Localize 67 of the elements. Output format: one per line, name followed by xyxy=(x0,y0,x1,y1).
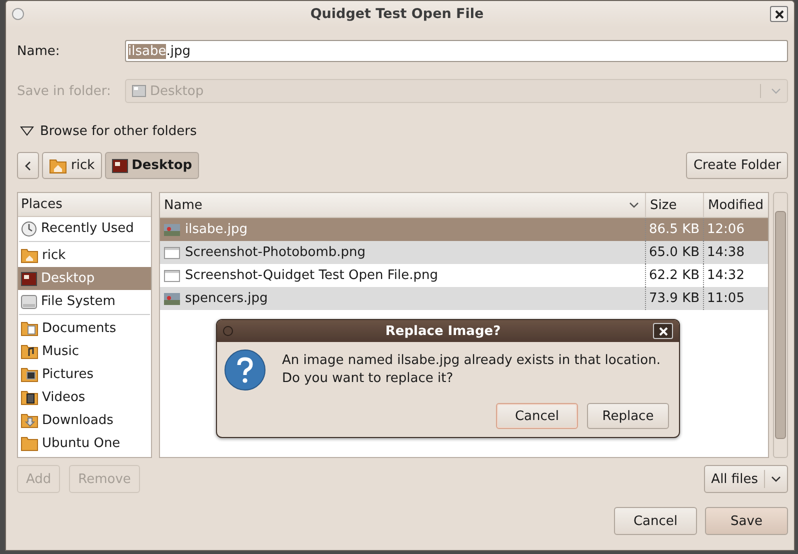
triangle-icon xyxy=(20,126,34,136)
window-menu-icon[interactable] xyxy=(223,326,233,336)
image-thumbnail-icon xyxy=(164,292,180,304)
drive-icon xyxy=(21,294,37,308)
browse-expander[interactable]: Browse for other folders xyxy=(17,121,197,141)
image-thumbnail-icon xyxy=(164,224,180,236)
document-icon xyxy=(164,246,180,258)
clock-icon xyxy=(21,220,37,236)
folder-icon xyxy=(21,367,38,382)
column-header[interactable]: Size xyxy=(645,193,703,217)
scrollbar[interactable] xyxy=(773,192,788,458)
dialog-button[interactable]: Save xyxy=(705,507,788,535)
folder-icon xyxy=(21,436,38,451)
chevron-down-icon xyxy=(771,476,781,482)
table-cell: Screenshot-Photobomb.png xyxy=(185,245,366,260)
dialog-title: Replace Image? xyxy=(384,324,502,338)
places-item[interactable]: Videos xyxy=(18,386,151,409)
file-row[interactable]: Screenshot-Photobomb.png 65.0 KB 14:38 xyxy=(160,241,768,264)
close-button[interactable] xyxy=(653,323,673,339)
folder-icon xyxy=(21,413,38,428)
column-header[interactable]: Modified xyxy=(703,193,768,217)
dialog-button[interactable]: Replace xyxy=(587,403,669,429)
places-item[interactable]: Pictures xyxy=(18,363,151,386)
create-folder-button[interactable]: Create Folder xyxy=(686,152,788,179)
table-cell: spencers.jpg xyxy=(185,291,268,306)
home-folder-icon xyxy=(49,158,67,174)
path-button[interactable]: rick xyxy=(42,152,102,179)
places-item[interactable]: Music xyxy=(18,340,151,363)
places-item[interactable]: File System xyxy=(18,290,151,313)
places-item[interactable]: rick xyxy=(18,244,151,267)
folder-icon xyxy=(21,344,38,359)
places-item[interactable]: Recently Used xyxy=(18,217,151,240)
home-folder-icon xyxy=(21,248,38,263)
path-button[interactable]: Desktop xyxy=(104,152,200,179)
folder-icon xyxy=(21,390,38,405)
desktop-icon xyxy=(132,85,146,97)
back-button[interactable] xyxy=(17,152,39,179)
dialog-button[interactable]: Cancel xyxy=(614,507,697,535)
desktop-icon xyxy=(112,158,128,172)
window-title: Quidget Test Open File xyxy=(309,6,485,22)
filter-dropdown[interactable]: All files xyxy=(704,465,788,493)
desktop-icon xyxy=(21,272,37,286)
places-item[interactable]: Ubuntu One xyxy=(18,432,151,455)
question-icon xyxy=(224,349,266,391)
table-cell: 11:05 xyxy=(703,287,768,310)
field-label: Name: xyxy=(17,44,61,58)
close-icon xyxy=(658,326,668,336)
places-item[interactable]: Downloads xyxy=(18,409,151,432)
field-label: Save in folder: xyxy=(17,84,112,98)
dialog-message: An image named ilsabe.jpg already exists in that location. Do you want to replace it? xyxy=(282,352,662,388)
document-icon xyxy=(164,270,180,282)
column-header[interactable]: Name xyxy=(160,193,645,217)
sort-icon xyxy=(629,202,639,208)
table-cell: ilsabe.jpg xyxy=(185,222,248,237)
table-cell: 73.9 KB xyxy=(645,287,703,310)
table-cell: Screenshot-Quidget Test Open File.png xyxy=(185,268,438,283)
dialog-button[interactable]: Cancel xyxy=(496,403,578,429)
window-menu-icon[interactable] xyxy=(12,8,24,20)
column-header[interactable]: Places xyxy=(18,193,151,217)
places-item[interactable]: Documents xyxy=(18,317,151,340)
folder-icon xyxy=(21,321,38,336)
close-button[interactable] xyxy=(770,6,788,22)
chevron-left-icon xyxy=(25,160,31,170)
file-row[interactable]: spencers.jpg 73.9 KB 11:05 xyxy=(160,287,768,310)
chevron-down-icon xyxy=(771,88,781,94)
name-field[interactable]: ilsabe.jpg xyxy=(125,40,788,62)
close-icon xyxy=(774,10,784,18)
